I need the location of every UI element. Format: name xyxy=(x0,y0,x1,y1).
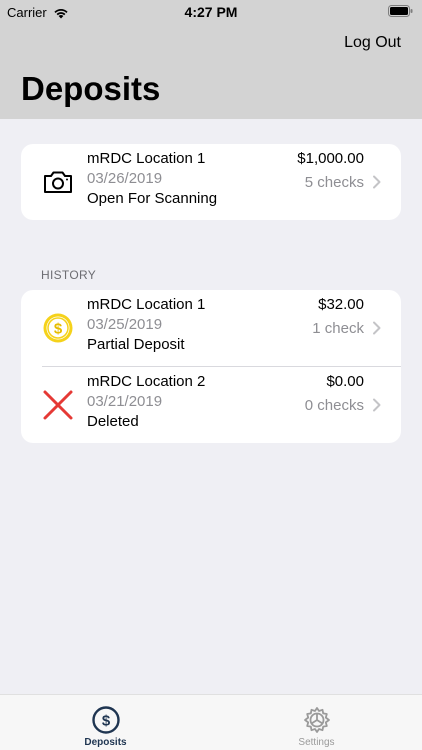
battery-icon xyxy=(388,5,413,17)
deposit-status: Deleted xyxy=(87,413,139,430)
deposit-check-count: 5 checks xyxy=(304,174,364,191)
current-deposit-row[interactable]: mRDC Location 1 03/26/2019 Open For Scan… xyxy=(21,144,401,220)
history-card: $ mRDC Location 1 03/25/2019 Partial Dep… xyxy=(21,290,401,443)
deposit-amount: $1,000.00 xyxy=(297,150,364,167)
deposit-date: 03/25/2019 xyxy=(87,316,163,333)
header: Carrier 4:27 PM Log Out Deposits xyxy=(0,0,422,119)
tab-settings[interactable]: Settings xyxy=(211,695,422,750)
tab-label: Deposits xyxy=(84,737,127,748)
deposit-status: Partial Deposit xyxy=(87,336,185,353)
page-title: Deposits xyxy=(21,70,161,107)
deposit-location: mRDC Location 2 xyxy=(87,373,206,390)
gear-icon xyxy=(304,707,330,733)
status-bar: Carrier 4:27 PM xyxy=(0,0,422,24)
deposit-location: mRDC Location 1 xyxy=(87,296,206,313)
chevron-right-icon xyxy=(373,398,381,412)
deposit-date: 03/21/2019 xyxy=(87,393,163,410)
tab-deposits[interactable]: $ Deposits xyxy=(0,695,211,750)
chevron-right-icon xyxy=(373,321,381,335)
dollar-coin-icon: $ xyxy=(43,313,73,343)
camera-icon xyxy=(44,171,72,193)
dollar-circle-icon: $ xyxy=(92,706,120,734)
history-row[interactable]: $ mRDC Location 1 03/25/2019 Partial Dep… xyxy=(21,290,401,366)
red-x-icon xyxy=(43,390,73,420)
logout-button[interactable]: Log Out xyxy=(344,34,401,52)
deposit-location: mRDC Location 1 xyxy=(87,150,206,167)
svg-text:$: $ xyxy=(54,321,63,338)
deposit-amount: $32.00 xyxy=(318,296,364,313)
svg-text:$: $ xyxy=(102,713,111,730)
deposit-check-count: 0 checks xyxy=(304,397,364,414)
tab-label: Settings xyxy=(298,737,335,748)
history-section-label: HISTORY xyxy=(41,268,97,282)
status-time: 4:27 PM xyxy=(184,4,238,20)
deposit-check-count: 1 check xyxy=(312,320,364,337)
deposit-status: Open For Scanning xyxy=(87,190,218,207)
deposit-date: 03/26/2019 xyxy=(87,170,163,187)
deposit-amount: $0.00 xyxy=(326,373,364,390)
current-deposit-card: mRDC Location 1 03/26/2019 Open For Scan… xyxy=(21,144,401,220)
history-row[interactable]: mRDC Location 2 03/21/2019 Deleted $0.00… xyxy=(21,367,401,443)
tab-bar: $ Deposits Settings xyxy=(0,694,422,750)
chevron-right-icon xyxy=(373,175,381,189)
